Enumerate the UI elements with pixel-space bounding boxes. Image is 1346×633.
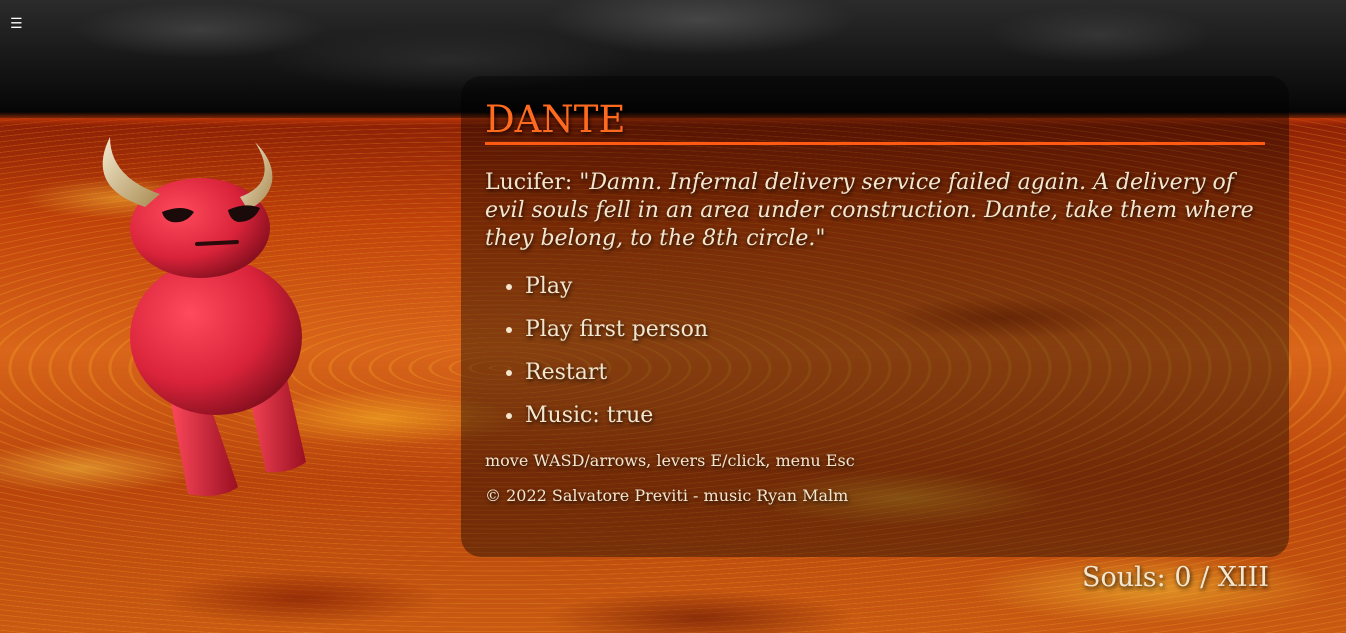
hamburger-icon[interactable]: ☰ <box>10 16 23 32</box>
main-menu-panel: DANTE Lucifer: "Damn. Infernal delivery … <box>461 76 1289 557</box>
menu-options: Play Play first person Restart Music: tr… <box>485 273 1265 429</box>
intro-text: Lucifer: "Damn. Infernal delivery servic… <box>485 169 1265 253</box>
copyright-text: © 2022 Salvatore Previti - music Ryan Ma… <box>485 486 849 505</box>
menu-item-restart[interactable]: Restart <box>525 359 1265 386</box>
souls-counter: Souls: 0 / XIII <box>1082 562 1269 593</box>
menu-item-music-toggle[interactable]: Music: true <box>525 402 1265 429</box>
speaker-name: Lucifer: <box>485 170 573 195</box>
devil-character <box>102 137 306 496</box>
controls-hint: move WASD/arrows, levers E/click, menu E… <box>485 451 855 470</box>
menu-item-play-first-person[interactable]: Play first person <box>525 316 1265 343</box>
menu-item-play[interactable]: Play <box>525 273 1265 300</box>
game-title: DANTE <box>485 98 1265 145</box>
lucifer-quote: "Damn. Infernal delivery service failed … <box>485 170 1254 251</box>
